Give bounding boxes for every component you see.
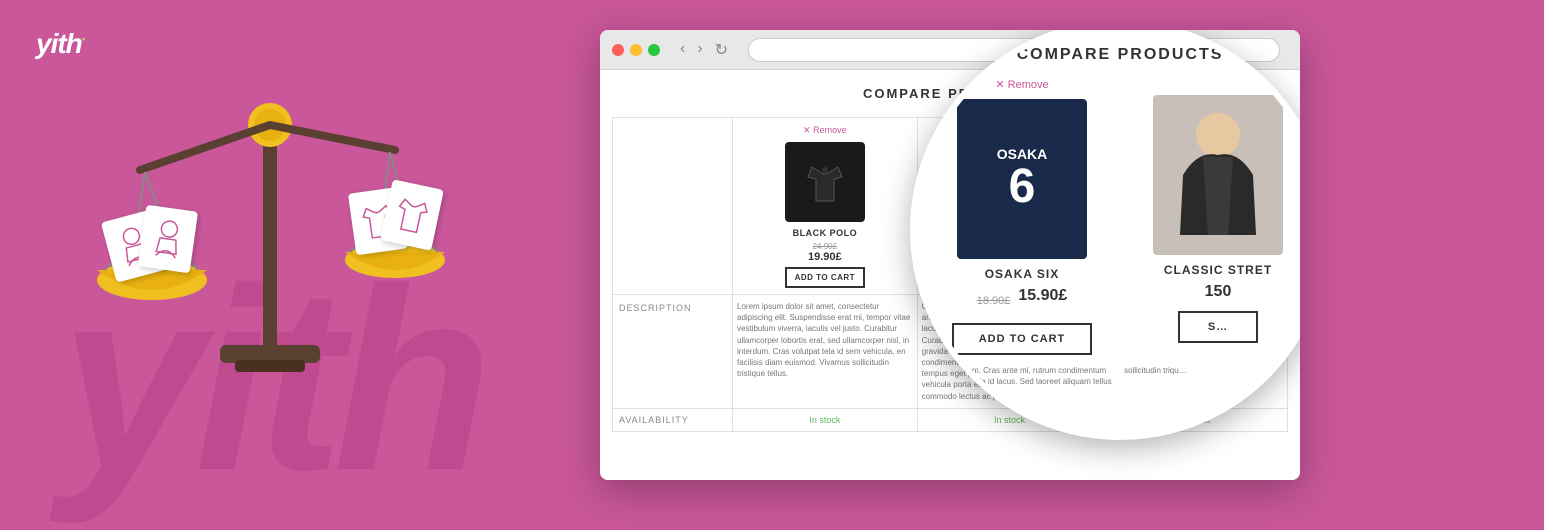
logo-text: yith [36, 28, 82, 59]
remove-product-1[interactable]: Remove [803, 125, 847, 136]
product-price-old-1: 24.90£ [737, 242, 913, 251]
magnify-desc-osaka: … in aliquam. Cras ante mi, rutrum condi… [932, 365, 1116, 399]
traffic-lights [612, 44, 660, 56]
add-to-cart-button-1[interactable]: ADD TO CART [785, 267, 865, 288]
minimize-button[interactable] [630, 44, 642, 56]
availability-label: AVAILABILITY [613, 409, 733, 431]
brand-logo: yith• [36, 28, 84, 60]
magnify-name-classic: CLASSIC STRET [1128, 263, 1300, 277]
maximize-button[interactable] [648, 44, 660, 56]
description-text-1: Lorem ipsum dolor sit amet, consectetur … [733, 295, 918, 408]
magnify-add-to-cart-osaka[interactable]: ADD TO CART [952, 323, 1092, 355]
description-label: DESCRIPTION [613, 295, 733, 408]
availability-value-1: In stock [733, 409, 918, 431]
product-image-1 [785, 142, 865, 222]
magnify-remove-osaka[interactable]: Remove [932, 78, 1112, 91]
logo-dot: • [82, 35, 85, 46]
nav-buttons: ‹ › ↻ [676, 38, 732, 62]
resize-icon: ⤢ [1293, 38, 1300, 55]
product-price-new-1: 19.90£ [737, 251, 913, 263]
back-button[interactable]: ‹ [676, 38, 689, 62]
scale-card-left-2 [138, 205, 198, 274]
magnify-product-classic: ✕ CLASSIC STRET 150 S… [1128, 78, 1300, 355]
magnify-title: COMPARE PRODUCTS [932, 46, 1300, 64]
magnify-set-options-classic[interactable]: S… [1178, 311, 1258, 343]
magnify-description-section: … in aliquam. Cras ante mi, rutrum condi… [932, 365, 1300, 399]
magnify-circle: COMPARE PRODUCTS ⤢ Remove OSAKA 6 OSAKA … [910, 30, 1300, 440]
magnify-price-new-osaka: 15.90£ [1018, 287, 1067, 305]
magnify-product-osaka: Remove OSAKA 6 OSAKA SIX 18.90£ 15.90£ A… [932, 78, 1112, 355]
magnify-desc-classic: sollicitudin triqu… [1124, 365, 1300, 399]
forward-button[interactable]: › [693, 38, 706, 62]
magnify-name-osaka: OSAKA SIX [932, 267, 1112, 281]
product-name-1: BLACK POLO [737, 228, 913, 238]
magnify-price-new-classic: 150 [1128, 283, 1300, 301]
magnify-image-classic [1153, 95, 1283, 255]
refresh-button[interactable]: ↻ [711, 38, 732, 62]
magnify-products-row: Remove OSAKA 6 OSAKA SIX 18.90£ 15.90£ A… [932, 78, 1300, 355]
product-col-1: Remove BLACK POLO 24.90£ 19.90£ ADD TO C… [733, 118, 918, 294]
magnify-content: COMPARE PRODUCTS ⤢ Remove OSAKA 6 OSAKA … [916, 30, 1300, 434]
magnify-image-osaka: OSAKA 6 [957, 99, 1087, 259]
scale-illustration [80, 60, 460, 420]
browser-window: ‹ › ↻ COMPARE PRODUCTS Remove [600, 30, 1300, 480]
close-button[interactable] [612, 44, 624, 56]
magnify-price-old-osaka: 18.90£ [977, 295, 1011, 307]
magnify-close-classic[interactable]: ✕ [1296, 78, 1300, 95]
empty-label-cell [613, 118, 733, 294]
